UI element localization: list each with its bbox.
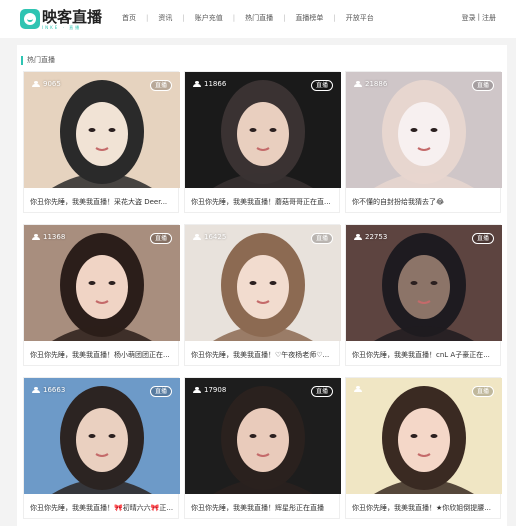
auth-links: 登录 | 注册	[462, 13, 496, 23]
viewer-count-text: 11866	[204, 80, 227, 88]
section-accent-bar	[21, 56, 23, 65]
live-thumbnail[interactable]: 17908 直播	[185, 378, 341, 494]
viewers-icon	[32, 81, 40, 87]
viewer-count: 16425	[193, 233, 226, 241]
live-card[interactable]: 21886 直播你不懂的自封扮给我猜去了😂	[345, 71, 502, 213]
live-badge: 直播	[471, 233, 494, 244]
main-nav: 首页 | 资讯 | 账户充值 | 热门直播 | 直播榜单 | 开放平台	[112, 13, 384, 23]
live-thumbnail[interactable]: 11866 直播	[185, 72, 341, 188]
live-caption[interactable]: 你丑你先睡，我美我直播！cnL A子豪正在...	[352, 350, 498, 360]
viewers-icon	[354, 234, 362, 240]
live-badge: 直播	[149, 80, 172, 91]
viewer-count: 17908	[193, 386, 226, 394]
viewer-count-text: 22753	[365, 233, 388, 241]
live-card[interactable]: 22753 直播你丑你先睡，我美我直播！cnL A子豪正在...	[345, 224, 502, 366]
viewers-icon	[354, 386, 362, 392]
viewer-count-text: 9065	[43, 80, 61, 88]
viewer-count: 21886	[354, 80, 387, 88]
logo-icon	[20, 9, 40, 29]
live-caption[interactable]: 你丑你先睡，我美我直播！♡午夜杨老师♡...	[191, 350, 337, 360]
nav-recharge[interactable]: 账户充值	[185, 13, 233, 23]
viewer-count: 22753	[354, 233, 387, 241]
live-card[interactable]: 17908 直播你丑你先睡，我美我直播！辉星彤正在直播	[184, 377, 341, 519]
live-caption[interactable]: 你丑你先睡，我美我直播！★你欣姐倒提腰...	[352, 503, 498, 513]
live-card[interactable]: 9065 直播你丑你先睡，我美我直播！采花大盗 Deer...	[23, 71, 180, 213]
live-thumbnail[interactable]: 16425 直播	[185, 225, 341, 341]
nav-news[interactable]: 资讯	[148, 13, 182, 23]
live-caption[interactable]: 你丑你先睡，我美我直播！采花大盗 Deer...	[30, 197, 176, 207]
live-thumbnail[interactable]: 11368 直播	[24, 225, 180, 341]
live-caption[interactable]: 你不懂的自封扮给我猜去了😂	[352, 197, 498, 207]
live-badge: 直播	[310, 80, 333, 91]
live-badge: 直播	[310, 233, 333, 244]
viewer-count: 16663	[32, 386, 65, 394]
login-link[interactable]: 登录	[462, 13, 476, 23]
logo-title: 映客直播	[42, 7, 103, 26]
live-card[interactable]: 16663 直播你丑你先睡，我美我直播！🎀初晴六六🎀正...	[23, 377, 180, 519]
viewer-count-text: 21886	[365, 80, 388, 88]
logo-text-block: 映客直播 INKE · 直播	[42, 9, 102, 30]
live-thumbnail[interactable]: 22753 直播	[346, 225, 502, 341]
live-caption[interactable]: 你丑你先睡，我美我直播！杨小萌团团正在...	[30, 350, 176, 360]
site-logo[interactable]: 映客直播 INKE · 直播	[20, 8, 102, 30]
viewer-count	[354, 386, 365, 392]
live-caption[interactable]: 你丑你先睡，我美我直播！🎀初晴六六🎀正...	[30, 503, 176, 513]
viewers-icon	[193, 81, 201, 87]
nav-home[interactable]: 首页	[112, 13, 146, 23]
section-title: 热门直播	[27, 56, 55, 64]
live-caption[interactable]: 你丑你先睡，我美我直播！辉星彤正在直播	[191, 503, 337, 513]
live-thumbnail[interactable]: 9065 直播	[24, 72, 180, 188]
viewer-count-text: 11368	[43, 233, 66, 241]
viewer-count: 11368	[32, 233, 65, 241]
viewer-count-text: 17908	[204, 386, 227, 394]
live-caption[interactable]: 你丑你先睡，我美我直播！蘑菇哥哥正在直...	[191, 197, 337, 207]
live-badge: 直播	[149, 233, 172, 244]
live-card[interactable]: 16425 直播你丑你先睡，我美我直播！♡午夜杨老师♡...	[184, 224, 341, 366]
viewers-icon	[354, 81, 362, 87]
viewers-icon	[193, 234, 201, 240]
hot-live-section: 热门直播 9065 直播 你丑你先睡，我美我直播！采花大盗 Deer... 11866…	[17, 45, 507, 526]
logo-subtitle: INKE · 直播	[42, 24, 82, 30]
nav-ranking[interactable]: 直播榜单	[285, 13, 333, 23]
viewer-count-text: 16663	[43, 386, 66, 394]
auth-separator: |	[477, 13, 480, 21]
top-header: 映客直播 INKE · 直播 首页 | 资讯 | 账户充值 | 热门直播 | 直…	[0, 0, 516, 38]
live-badge: 直播	[310, 386, 333, 397]
viewer-count: 11866	[193, 80, 226, 88]
viewers-icon	[32, 234, 40, 240]
live-badge: 直播	[471, 386, 494, 397]
live-card[interactable]: 11866 直播你丑你先睡，我美我直播！蘑菇哥哥正在直...	[184, 71, 341, 213]
viewer-count-text: 16425	[204, 233, 227, 241]
viewers-icon	[193, 387, 201, 393]
live-thumbnail[interactable]: 16663 直播	[24, 378, 180, 494]
register-link[interactable]: 注册	[482, 13, 496, 23]
live-card[interactable]: 11368 直播你丑你先睡，我美我直播！杨小萌团团正在...	[23, 224, 180, 366]
nav-hot-live[interactable]: 热门直播	[235, 13, 283, 23]
viewer-count: 9065	[32, 80, 61, 88]
live-thumbnail[interactable]: 直播	[346, 378, 502, 494]
live-badge: 直播	[471, 80, 494, 91]
live-thumbnail[interactable]: 21886 直播	[346, 72, 502, 188]
viewers-icon	[32, 387, 40, 393]
live-card[interactable]: 直播你丑你先睡，我美我直播！★你欣姐倒提腰...	[345, 377, 502, 519]
live-badge: 直播	[149, 386, 172, 397]
nav-open-platform[interactable]: 开放平台	[336, 13, 384, 23]
